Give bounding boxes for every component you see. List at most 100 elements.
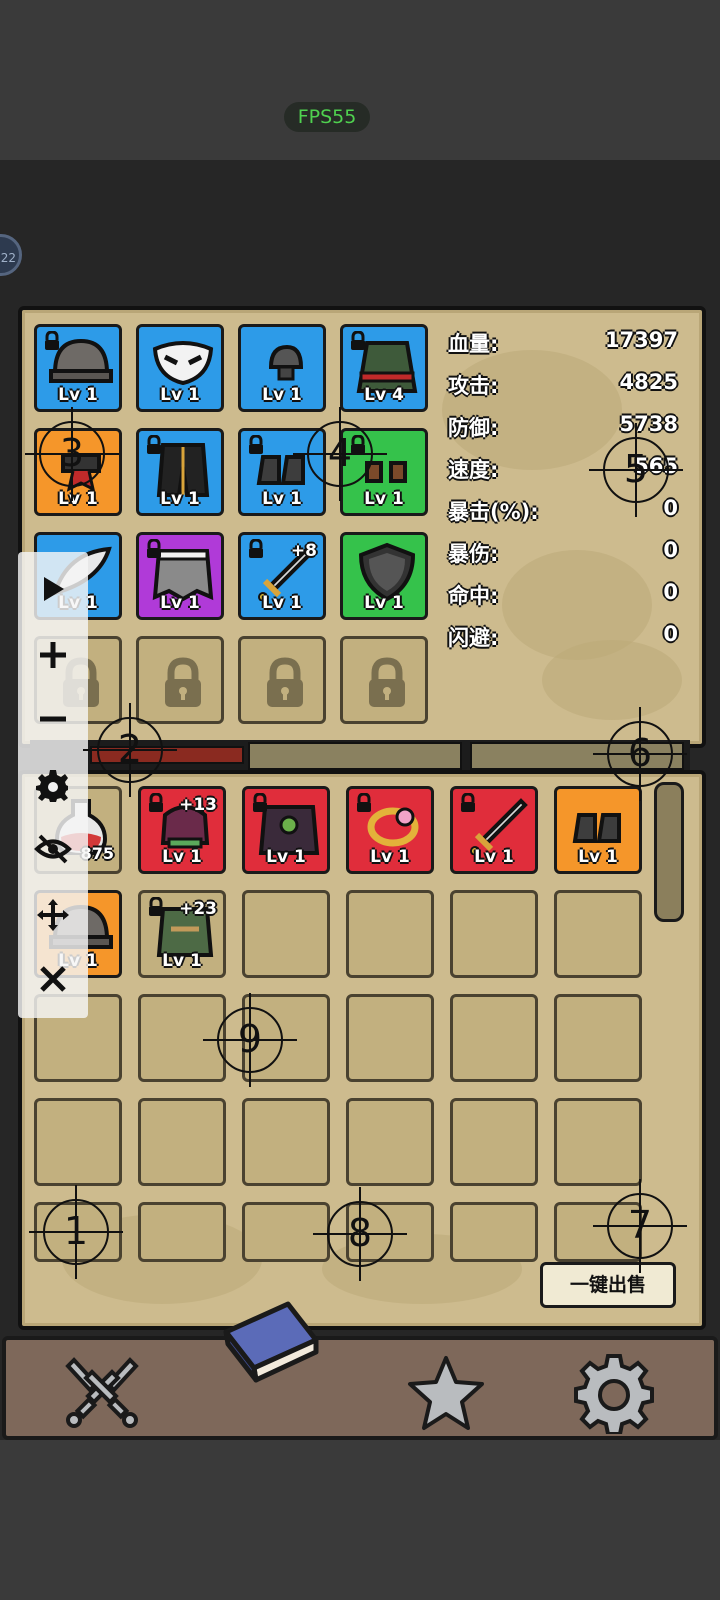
inventory-slot[interactable]: +23 Lv 1 — [138, 890, 226, 978]
inventory-slot[interactable] — [346, 1098, 434, 1186]
equip-slot[interactable]: Lv 4 — [340, 324, 428, 412]
gear-icon — [36, 770, 68, 802]
stat-value: 17397 — [604, 328, 678, 352]
item-level: Lv 1 — [58, 385, 98, 405]
inventory-slot[interactable]: Lv 1 — [346, 786, 434, 874]
item-level: Lv 1 — [474, 847, 514, 867]
eye-off-icon — [34, 834, 72, 864]
move-icon — [37, 899, 69, 931]
item-level: Lv 1 — [160, 385, 200, 405]
inventory-slot[interactable]: +13 Lv 1 — [138, 786, 226, 874]
item-level: Lv 4 — [364, 385, 404, 405]
stat-row: 暴伤: 0 — [448, 532, 684, 572]
inventory-slot[interactable] — [554, 1098, 642, 1186]
inventory-slot[interactable] — [346, 890, 434, 978]
lock-icon — [45, 331, 59, 350]
crosshair-marker: 9 — [203, 993, 297, 1087]
item-level: Lv 1 — [262, 385, 302, 405]
move-button[interactable] — [30, 892, 76, 938]
enhance-level: +8 — [290, 541, 317, 561]
inventory-slot[interactable] — [138, 1098, 226, 1186]
marker-number: 5 — [623, 447, 649, 491]
visibility-button[interactable] — [30, 826, 76, 872]
bottom-band — [0, 1440, 720, 1600]
locked-slot-icon — [165, 657, 201, 707]
locked-slot-icon — [369, 657, 405, 707]
book-icon — [223, 1301, 319, 1383]
crosshair-marker: 1 — [29, 1185, 123, 1279]
inventory-slot[interactable] — [450, 1202, 538, 1262]
inventory-slot[interactable] — [138, 1202, 226, 1262]
inventory-slot[interactable] — [450, 994, 538, 1082]
equip-slot-locked[interactable] — [238, 636, 326, 724]
lock-icon — [253, 793, 267, 812]
marker-number: 9 — [237, 1017, 263, 1061]
marker-number: 7 — [627, 1203, 653, 1247]
bottom-nav — [2, 1301, 718, 1440]
equip-slot[interactable]: Lv 1 — [340, 532, 428, 620]
stat-label: 闪避: — [448, 626, 499, 650]
item-level: Lv 1 — [364, 489, 404, 509]
item-level: Lv 1 — [162, 951, 202, 971]
lock-icon — [147, 539, 161, 558]
cap-icon — [268, 344, 304, 381]
inventory-slot[interactable] — [242, 1202, 330, 1262]
boots-icon — [572, 813, 621, 843]
sell-all-button[interactable]: 一键出售 — [540, 1262, 676, 1308]
nav-book[interactable] — [216, 1282, 326, 1392]
crosshair-marker: 6 — [593, 707, 687, 801]
mask-icon — [152, 341, 214, 386]
play-button[interactable] — [30, 566, 76, 612]
inventory-slot[interactable] — [346, 994, 434, 1082]
settings-button[interactable] — [30, 762, 76, 808]
stat-label: 攻击: — [448, 374, 499, 398]
inventory-slot[interactable] — [554, 994, 642, 1082]
equip-slot[interactable]: Lv 1 — [34, 324, 122, 412]
nav-settings[interactable] — [572, 1350, 656, 1436]
stat-row: 命中: 0 — [448, 574, 684, 614]
inventory-slot[interactable]: Lv 1 — [554, 786, 642, 874]
lock-icon — [357, 793, 371, 812]
debug-toolbar — [18, 552, 88, 1018]
equip-slot[interactable]: Lv 1 — [136, 428, 224, 516]
equip-slot[interactable]: Lv 1 — [136, 532, 224, 620]
marker-number: 4 — [327, 431, 353, 475]
plus-icon — [40, 642, 66, 668]
item-level: Lv 1 — [162, 847, 202, 867]
zoom-out-button[interactable] — [30, 696, 76, 742]
lock-icon — [461, 793, 475, 812]
close-icon — [40, 966, 66, 992]
inventory-slot[interactable] — [242, 1098, 330, 1186]
stat-label: 暴伤: — [448, 542, 499, 566]
locked-slot-icon — [267, 657, 303, 707]
equip-slot[interactable]: Lv 1 — [136, 324, 224, 412]
crosshair-marker: 5 — [589, 423, 683, 517]
gear-icon — [574, 1354, 654, 1436]
stat-row: 闪避: 0 — [448, 616, 684, 656]
nav-battle[interactable] — [60, 1350, 144, 1434]
equip-slot-locked[interactable] — [340, 636, 428, 724]
inventory-slot[interactable] — [242, 890, 330, 978]
equip-slot[interactable]: Lv 1 — [238, 324, 326, 412]
stat-label: 命中: — [448, 584, 499, 608]
item-level: Lv 1 — [266, 847, 306, 867]
equip-slot[interactable]: +8 Lv 1 — [238, 532, 326, 620]
marker-number: 2 — [117, 727, 143, 771]
nav-favorites[interactable] — [404, 1350, 488, 1434]
close-button[interactable] — [30, 956, 76, 1002]
inventory-slot[interactable] — [554, 890, 642, 978]
stat-value: 0 — [663, 538, 678, 562]
inventory-slot[interactable]: Lv 1 — [450, 786, 538, 874]
inventory-slot[interactable] — [450, 890, 538, 978]
inventory-slot[interactable] — [450, 1098, 538, 1186]
equip-slot-locked[interactable] — [136, 636, 224, 724]
inventory-slot[interactable] — [34, 1098, 122, 1186]
stat-label: 血量: — [448, 332, 499, 356]
enhance-level: +13 — [179, 795, 217, 815]
inventory-slot[interactable]: Lv 1 — [242, 786, 330, 874]
inventory-scrollbar[interactable] — [654, 782, 684, 922]
minus-icon — [40, 716, 66, 722]
zoom-in-button[interactable] — [30, 632, 76, 678]
inventory-slot[interactable] — [138, 994, 226, 1082]
crosshair-marker: 4 — [293, 407, 387, 501]
